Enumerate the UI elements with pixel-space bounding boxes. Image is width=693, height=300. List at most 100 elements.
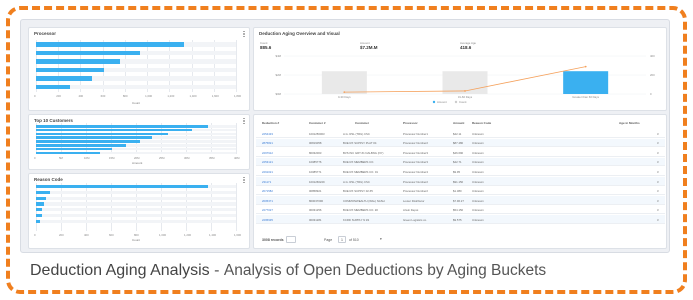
table-cell: $87.480 xyxy=(453,141,464,146)
bar[interactable] xyxy=(36,84,70,89)
table-cell: $1.380 xyxy=(453,189,462,194)
category-label: 0-30 Days xyxy=(338,95,351,99)
table-cell: 3 xyxy=(657,179,659,184)
table-row[interactable]: 2875821 00819058 BUE RX SUPPLY PLAT #4 Proc… xyxy=(256,138,665,148)
table-cell: 3 xyxy=(657,160,659,165)
reason-code-x-label: Count xyxy=(132,238,141,242)
bar[interactable] xyxy=(36,208,42,212)
table-row[interactable]: 2295935 00031281 KCRD SUPPLY N #2 Green Log… xyxy=(256,215,665,224)
table-cell[interactable]: 2875821 xyxy=(262,141,273,145)
column-header[interactable]: Customer # xyxy=(309,121,326,125)
card-menu-icon[interactable] xyxy=(243,118,245,125)
amount-bar[interactable] xyxy=(563,71,609,94)
table-cell[interactable]: 2071582 xyxy=(262,189,273,193)
x-tick-label: 1,000 xyxy=(145,94,153,98)
bar[interactable] xyxy=(36,196,46,200)
legend-label[interactable]: Amount xyxy=(437,100,447,104)
x-tick-label: 15M xyxy=(109,156,115,160)
table-cell[interactable]: 2295935 xyxy=(262,218,273,222)
table-cell[interactable]: 2253121 xyxy=(262,160,273,164)
table-cell: Processor Number3 xyxy=(403,150,428,155)
column-header[interactable]: Deduction # xyxy=(262,121,279,125)
page-size-select[interactable] xyxy=(286,236,296,243)
table-cell: $9.575 xyxy=(453,217,462,222)
count-point[interactable] xyxy=(343,91,346,93)
legend-label[interactable]: Count xyxy=(459,100,467,104)
bar[interactable] xyxy=(36,140,140,143)
x-tick-label: 0 xyxy=(34,94,36,98)
reason-code-title: Reason Code xyxy=(34,177,63,182)
bar[interactable] xyxy=(36,185,208,189)
gridline xyxy=(236,183,237,231)
bar[interactable] xyxy=(36,128,192,132)
table-row[interactable]: 2005371 800037090 COMMONWEALTH (WAL) NASH L… xyxy=(256,196,665,205)
column-header[interactable]: Age in Months xyxy=(619,121,640,125)
legend-swatch[interactable] xyxy=(432,100,436,104)
table-cell: BUE RX MEMBERS CO. 01 xyxy=(343,169,378,174)
x-tick-label: 200 xyxy=(59,233,64,237)
column-header[interactable]: Customer xyxy=(355,121,369,125)
table-cell: 3 xyxy=(657,217,659,222)
table-cell[interactable]: 2297912 xyxy=(262,151,273,155)
page-of-label: of 510 xyxy=(349,238,359,242)
table-cell[interactable]: 2291021 xyxy=(262,170,273,174)
column-header[interactable]: Amount xyxy=(453,121,464,125)
bar[interactable] xyxy=(36,42,184,47)
bar-track xyxy=(36,219,236,223)
table-cell: BUE RX MEMBERS CO. #2 xyxy=(343,208,378,213)
table-cell[interactable]: 2277027 xyxy=(262,208,273,212)
table-row[interactable]: 2071582 00858921 BUE RX SUPPLY 02 #5 Proces… xyxy=(256,187,665,196)
table-row[interactable]: 2277027 00031256 BUE RX MEMBERS CO. #2 Arwi… xyxy=(256,206,665,215)
table-cell: Processor Number1 xyxy=(403,131,428,136)
count-point[interactable] xyxy=(584,65,587,68)
table-cell: 3 xyxy=(657,189,659,194)
bar[interactable] xyxy=(36,50,140,55)
bar[interactable] xyxy=(36,147,112,151)
bar[interactable] xyxy=(36,125,208,128)
x-tick-label: 10M xyxy=(84,156,90,160)
table-row[interactable]: 231171 1001266229 A.G. RSL (TRG) CSC Proces… xyxy=(256,177,665,186)
table-row[interactable]: 2254433 1001256003 A.G. RSL (TRG) CSC Proce… xyxy=(256,129,665,138)
y-tick-right: 0 xyxy=(650,92,652,96)
table-row[interactable]: 2253121 10085776 BUE RX MEMBERS CO. Process… xyxy=(256,157,665,167)
x-tick-label: 1,600 xyxy=(234,233,241,237)
gridline xyxy=(236,40,237,92)
bar[interactable] xyxy=(36,67,104,72)
bar[interactable] xyxy=(36,144,126,147)
table-cell: Unknown xyxy=(472,217,484,222)
x-tick-label: 5M xyxy=(59,156,63,160)
table-cell[interactable]: 2254433 xyxy=(262,132,273,136)
page-number-value: 1 xyxy=(341,238,343,242)
table-row[interactable]: 2297912 80032003 BVS INC GRT #1 NALBNG (NY… xyxy=(256,148,665,157)
legend-swatch[interactable] xyxy=(454,100,458,104)
y-tick-left: $4M xyxy=(276,54,282,58)
card-menu-icon[interactable] xyxy=(243,177,245,184)
caption-dash: - xyxy=(209,262,224,279)
amount-bar[interactable] xyxy=(321,71,367,94)
table-cell[interactable]: 231171 xyxy=(262,180,271,184)
bar[interactable] xyxy=(36,202,44,206)
table-cell: Louter Distributor xyxy=(403,198,425,203)
table-cell: Processor Number2 xyxy=(403,189,428,194)
bar[interactable] xyxy=(36,132,168,136)
bar[interactable] xyxy=(36,136,152,139)
bar[interactable] xyxy=(36,214,42,218)
count-point[interactable] xyxy=(464,90,466,92)
page-number-input[interactable]: 1 xyxy=(338,236,346,243)
bar[interactable] xyxy=(36,190,50,194)
page-label: Page xyxy=(324,238,333,242)
bar[interactable] xyxy=(36,59,120,64)
card-menu-icon[interactable] xyxy=(243,31,245,38)
column-header[interactable]: Reason Code xyxy=(472,121,491,125)
table-cell: 3 xyxy=(657,131,659,136)
next-page-icon[interactable]: ▾ xyxy=(380,237,382,241)
bar[interactable] xyxy=(36,76,92,81)
bar[interactable] xyxy=(36,151,100,155)
table-cell[interactable]: 2005371 xyxy=(262,199,273,203)
bar[interactable] xyxy=(36,219,40,223)
column-header[interactable]: Processor xyxy=(403,121,418,125)
caption-title: Deduction Aging Analysis xyxy=(30,262,210,279)
table-row[interactable]: 2291021 10085771 BUE RX MEMBERS CO. 01 Proc… xyxy=(256,167,665,176)
table-cell: BUE RX SUPPLY PLAT #4 xyxy=(343,141,377,146)
x-tick-label: 600 xyxy=(100,94,106,98)
